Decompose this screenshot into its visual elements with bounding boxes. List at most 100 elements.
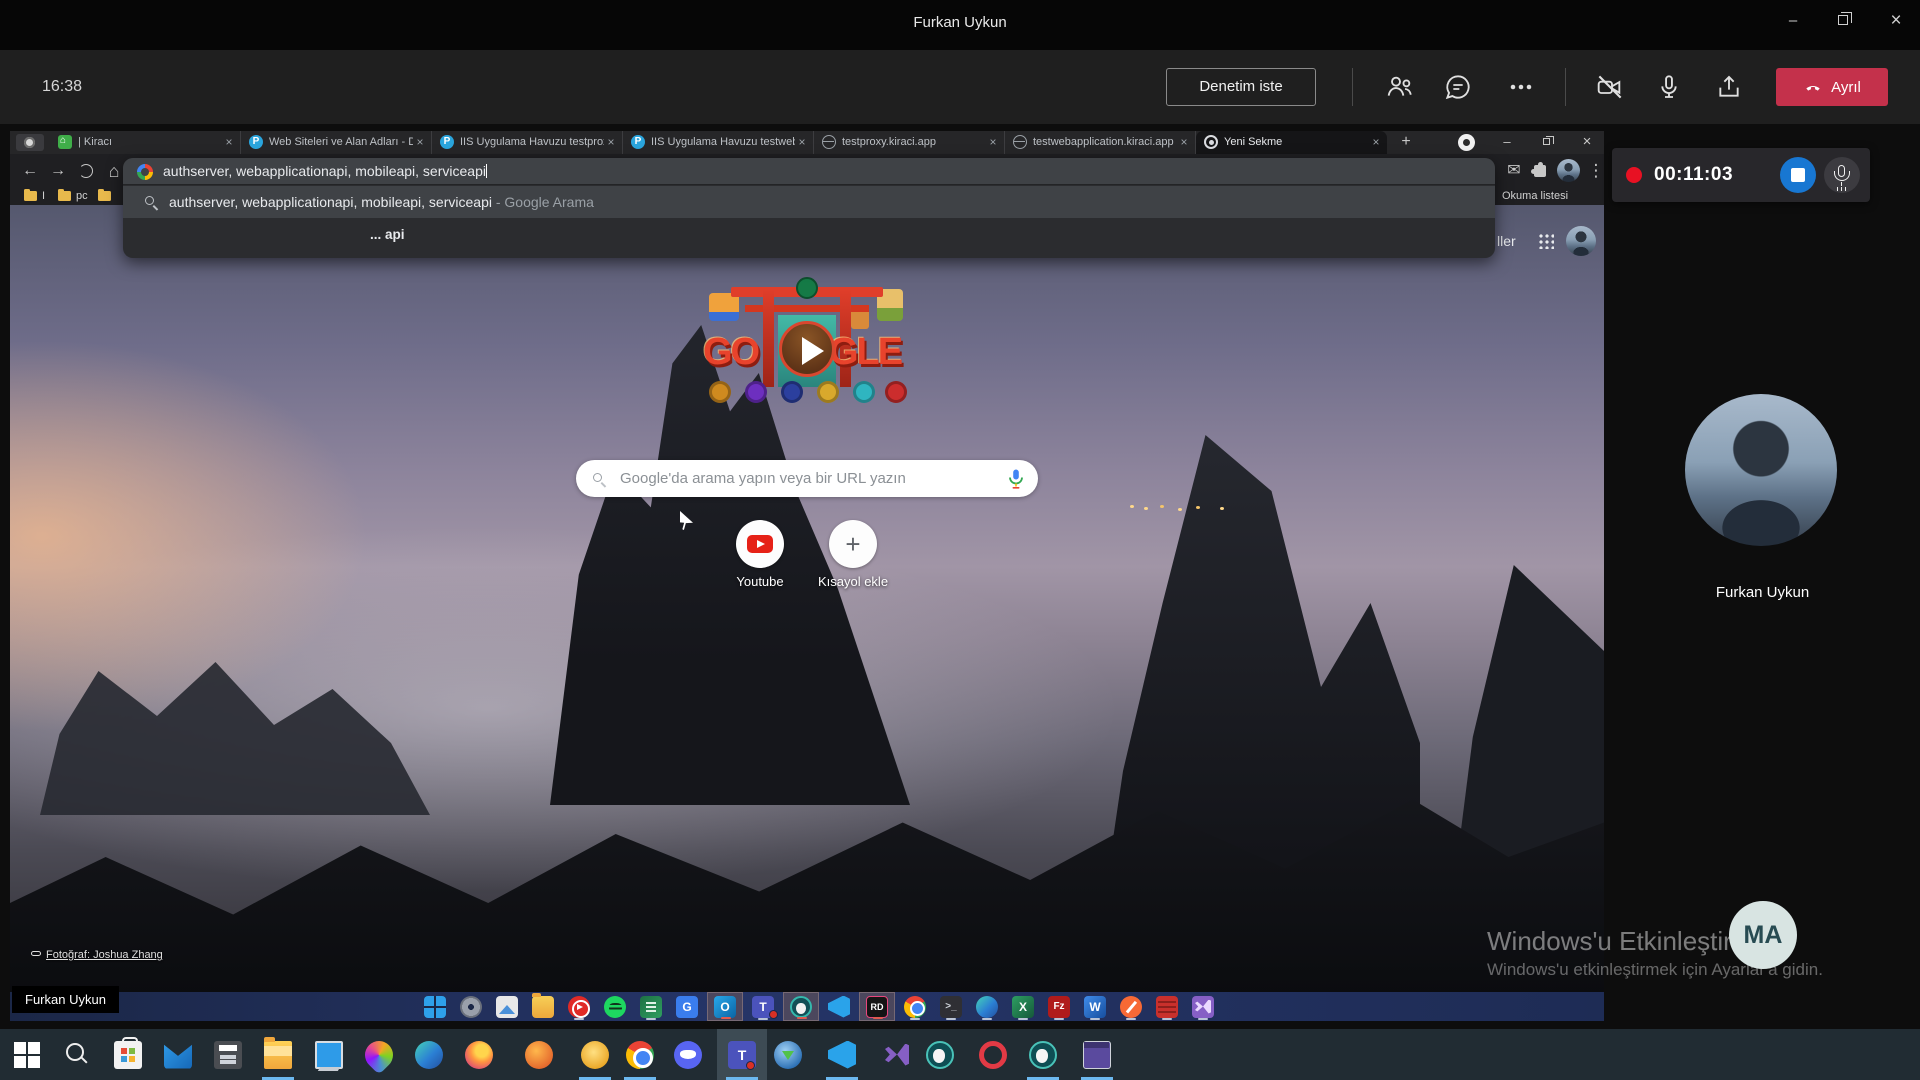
bookmark-folder-icon[interactable]: [24, 191, 37, 201]
leave-button[interactable]: Ayrıl: [1776, 68, 1888, 106]
remote-dbeaver-button[interactable]: [783, 992, 819, 1021]
google-doodle[interactable]: GO GLE: [701, 281, 913, 415]
remote-youtube-music-button[interactable]: [561, 992, 597, 1021]
reload-button[interactable]: [74, 159, 98, 183]
tab-close-icon[interactable]: [986, 135, 1000, 149]
mic-button[interactable]: [1653, 71, 1685, 103]
camera-off-button[interactable]: [1594, 71, 1626, 103]
back-button[interactable]: [18, 159, 42, 183]
chrome-minimize-button[interactable]: [1492, 131, 1522, 153]
restore-button[interactable]: [1827, 6, 1861, 36]
new-tab-button[interactable]: +: [1394, 131, 1418, 153]
google-account-avatar[interactable]: [1566, 226, 1596, 256]
remote-outlook-button[interactable]: O: [707, 992, 743, 1021]
remote-redis-button[interactable]: [1149, 992, 1185, 1021]
close-button[interactable]: [1879, 6, 1913, 36]
voice-search-icon[interactable]: [1008, 469, 1024, 489]
remote-file-explorer-button[interactable]: [525, 992, 561, 1021]
chrome-close-button[interactable]: [1572, 131, 1602, 153]
forward-button[interactable]: [46, 159, 70, 183]
taskbar-paint3d-button[interactable]: [354, 1029, 404, 1080]
taskbar-terminal-button[interactable]: [1072, 1029, 1122, 1080]
doodle-play-button[interactable]: [779, 321, 835, 377]
tab-iis-testweb[interactable]: P IIS Uygulama Havuzu testweba: [623, 131, 814, 154]
bookmark-folder-icon[interactable]: [58, 191, 71, 201]
bookmark-folder-icon[interactable]: [98, 191, 111, 201]
remote-spotify-button[interactable]: [597, 992, 633, 1021]
taskbar-teams-button[interactable]: T: [717, 1029, 767, 1080]
header-link-partial[interactable]: ller: [1497, 233, 1516, 249]
taskbar-discord-button[interactable]: [663, 1029, 713, 1080]
share-button[interactable]: [1713, 71, 1745, 103]
suggestion-row[interactable]: ... api: [123, 218, 1495, 252]
remote-teams-button[interactable]: T: [745, 992, 781, 1021]
remote-vscode-button[interactable]: [821, 992, 857, 1021]
bookmark-folder-label[interactable]: pc: [76, 188, 88, 205]
taskbar-file-explorer-button[interactable]: [253, 1029, 303, 1080]
remote-filezilla-button[interactable]: Fz: [1041, 992, 1077, 1021]
request-control-button[interactable]: Denetim iste: [1166, 68, 1316, 106]
mail-extension-icon[interactable]: [1502, 159, 1526, 183]
browser-menu-icon[interactable]: [1584, 159, 1604, 183]
taskbar-monitor-button[interactable]: [304, 1029, 354, 1080]
tab-iis-testproxy[interactable]: P IIS Uygulama Havuzu testproxy: [432, 131, 623, 154]
taskbar-store-button[interactable]: [103, 1029, 153, 1080]
address-bar[interactable]: authserver, webapplicationapi, mobileapi…: [123, 158, 1495, 185]
remote-translate-button[interactable]: G: [669, 992, 705, 1021]
shortcut-add[interactable]: [829, 520, 877, 568]
remote-photos-button[interactable]: [489, 992, 525, 1021]
capture-mic-button[interactable]: [1824, 157, 1860, 193]
taskbar-vscode-button[interactable]: [817, 1029, 867, 1080]
taskbar-app-unknown-2[interactable]: [570, 1029, 620, 1080]
remote-start-button[interactable]: [417, 992, 453, 1021]
remote-edge-button[interactable]: [969, 992, 1005, 1021]
taskbar-mail-button[interactable]: [153, 1029, 203, 1080]
google-apps-grid-icon[interactable]: [1538, 233, 1554, 249]
taskbar-firefox-button[interactable]: [454, 1029, 504, 1080]
pinned-tab-icon[interactable]: [16, 134, 44, 151]
remote-planner-button[interactable]: [633, 992, 669, 1021]
taskbar-dbeaver2-button[interactable]: [1018, 1029, 1068, 1080]
google-search-box[interactable]: Google'da arama yapın veya bir URL yazın: [576, 460, 1038, 497]
remote-excel-button[interactable]: X: [1005, 992, 1041, 1021]
chrome-restore-button[interactable]: [1532, 131, 1562, 153]
extensions-puzzle-icon[interactable]: [1534, 165, 1546, 177]
remote-settings-button[interactable]: [453, 992, 489, 1021]
taskbar-dbeaver-button[interactable]: [915, 1029, 965, 1080]
tab-close-icon[interactable]: [222, 135, 236, 149]
taskbar-app-unknown-1[interactable]: [514, 1029, 564, 1080]
suggestion-row-selected[interactable]: authserver, webapplicationapi, mobileapi…: [123, 186, 1495, 218]
remote-word-button[interactable]: W: [1077, 992, 1113, 1021]
minimize-button[interactable]: [1776, 6, 1810, 36]
reading-list-label[interactable]: Okuma listesi: [1502, 188, 1568, 205]
remote-rider-button[interactable]: RD: [859, 992, 895, 1021]
tab-close-icon[interactable]: [1177, 135, 1191, 149]
tab-close-icon[interactable]: [1369, 135, 1383, 149]
chat-button[interactable]: [1442, 71, 1474, 103]
taskbar-opera-button[interactable]: [968, 1029, 1018, 1080]
remote-terminal-button[interactable]: [933, 992, 969, 1021]
tab-kiraci[interactable]: | Kiracı: [50, 131, 241, 154]
shortcut-youtube[interactable]: [736, 520, 784, 568]
address-bar-value[interactable]: authserver, webapplicationapi, mobileapi…: [163, 158, 487, 185]
tab-web-siteleri[interactable]: P Web Siteleri ve Alan Adları - Do: [241, 131, 432, 154]
tab-close-icon[interactable]: [604, 135, 618, 149]
browser-profile-avatar[interactable]: [1557, 159, 1580, 182]
tab-close-icon[interactable]: [795, 135, 809, 149]
tab-close-icon[interactable]: [413, 135, 427, 149]
taskbar-idm-button[interactable]: [763, 1029, 813, 1080]
participants-button[interactable]: [1384, 71, 1416, 103]
taskbar-edge-button[interactable]: [404, 1029, 454, 1080]
taskbar-chrome-button[interactable]: [615, 1029, 665, 1080]
tab-testwebapplication[interactable]: testwebapplication.kiraci.app: [1005, 131, 1196, 154]
taskbar-search-button[interactable]: [52, 1029, 102, 1080]
stop-recording-button[interactable]: [1780, 157, 1816, 193]
recording-indicator-icon[interactable]: [1458, 134, 1475, 151]
taskbar-calculator-button[interactable]: [203, 1029, 253, 1080]
more-actions-button[interactable]: [1505, 71, 1537, 103]
photo-credit[interactable]: Fotoğraf: Joshua Zhang: [31, 949, 163, 961]
tab-new-tab[interactable]: Yeni Sekme: [1196, 131, 1387, 154]
start-button[interactable]: [2, 1029, 52, 1080]
tab-testproxy[interactable]: testproxy.kiraci.app: [814, 131, 1005, 154]
bookmark-folder-label[interactable]: I: [42, 188, 45, 205]
